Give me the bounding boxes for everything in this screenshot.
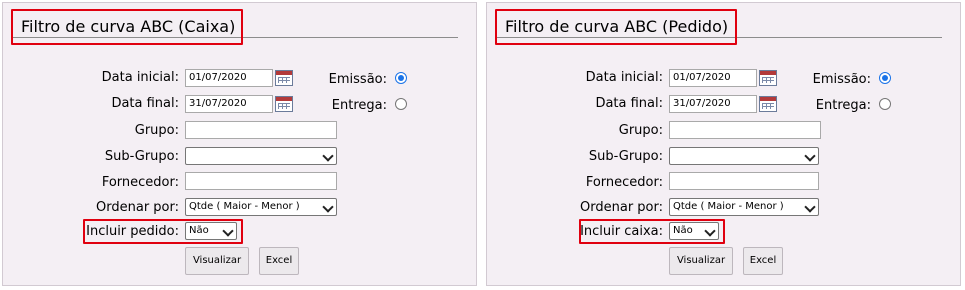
grupo-label: Grupo: — [618, 123, 663, 138]
chevron-down-icon — [704, 225, 716, 237]
ordenar-select[interactable]: Qtde ( Maior - Menor ) — [185, 198, 337, 216]
ordenar-value: Qtde ( Maior - Menor ) — [189, 201, 300, 212]
chevron-down-icon — [322, 150, 334, 162]
incluir-caixa-label: Incluir caixa: — [580, 224, 663, 239]
incluir-caixa-select[interactable]: Não — [669, 222, 719, 240]
entrega-radio[interactable] — [395, 98, 407, 110]
fornecedor-input[interactable] — [669, 172, 819, 190]
emissao-radio[interactable] — [395, 72, 407, 84]
title-highlight-box — [495, 9, 737, 45]
excel-button[interactable]: Excel — [259, 247, 299, 275]
fornecedor-input[interactable] — [185, 172, 337, 190]
data-final-label: Data final: — [595, 96, 663, 111]
grupo-input[interactable] — [185, 121, 337, 139]
visualizar-button[interactable]: Visualizar — [669, 247, 733, 275]
incluir-pedido-select[interactable]: Não — [185, 222, 237, 240]
emissao-label: Emissão: — [328, 72, 387, 87]
entrega-radio[interactable] — [879, 98, 891, 110]
fornecedor-label: Fornecedor: — [101, 175, 179, 190]
chevron-down-icon — [804, 150, 816, 162]
incluir-pedido-value: Não — [189, 225, 209, 236]
excel-button[interactable]: Excel — [743, 247, 783, 275]
chevron-down-icon — [322, 201, 334, 213]
title-highlight-box — [11, 9, 243, 45]
filter-panel-pedido: Filtro de curva ABC (Pedido) Data inicia… — [486, 2, 961, 286]
fornecedor-label: Fornecedor: — [585, 175, 663, 190]
data-inicial-label: Data inicial: — [585, 70, 663, 85]
incluir-caixa-value: Não — [673, 225, 693, 236]
ordenar-label: Ordenar por: — [580, 200, 663, 215]
ordenar-label: Ordenar por: — [96, 200, 179, 215]
grupo-input[interactable] — [669, 121, 821, 139]
data-final-label: Data final: — [111, 96, 179, 111]
subgrupo-label: Sub-Grupo: — [104, 149, 179, 164]
entrega-label: Entrega: — [331, 98, 387, 113]
incluir-pedido-label: Incluir pedido: — [86, 224, 179, 239]
grupo-label: Grupo: — [134, 123, 179, 138]
chevron-down-icon — [222, 225, 234, 237]
ordenar-value: Qtde ( Maior - Menor ) — [673, 201, 784, 212]
entrega-label: Entrega: — [815, 98, 871, 113]
subgrupo-label: Sub-Grupo: — [588, 149, 663, 164]
filter-panel-caixa: Filtro de curva ABC (Caixa) Data inicial… — [2, 2, 477, 286]
ordenar-select[interactable]: Qtde ( Maior - Menor ) — [669, 198, 819, 216]
emissao-label: Emissão: — [812, 72, 871, 87]
visualizar-button[interactable]: Visualizar — [185, 247, 249, 275]
chevron-down-icon — [804, 201, 816, 213]
subgrupo-select[interactable] — [669, 147, 819, 165]
emissao-radio[interactable] — [879, 72, 891, 84]
subgrupo-select[interactable] — [185, 147, 337, 165]
data-inicial-label: Data inicial: — [101, 70, 179, 85]
